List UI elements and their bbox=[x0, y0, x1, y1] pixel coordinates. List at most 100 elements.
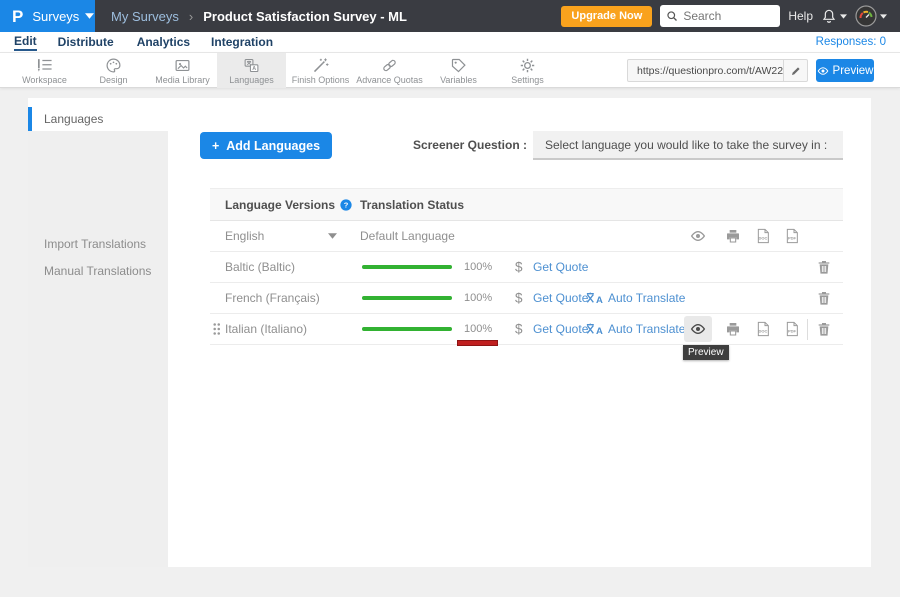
tab-analytics[interactable]: Analytics bbox=[137, 34, 190, 50]
app-menu-label: Surveys bbox=[32, 9, 79, 24]
column-translation-status: Translation Status bbox=[360, 198, 464, 212]
eye-icon bbox=[690, 228, 706, 244]
add-languages-button[interactable]: + Add Languages bbox=[200, 132, 332, 159]
survey-url[interactable]: https://questionpro.com/t/AW22Zd1S1 bbox=[628, 65, 783, 77]
auto-translate-icon[interactable] bbox=[586, 323, 605, 336]
questionpro-logo: P bbox=[12, 8, 23, 25]
print-language-button[interactable] bbox=[725, 228, 741, 244]
screener-question-select[interactable]: Select language you would like to take t… bbox=[533, 131, 843, 160]
variables-icon bbox=[450, 57, 467, 74]
toolbar-design[interactable]: Design bbox=[79, 53, 148, 88]
toolbar-media-library[interactable]: Media Library bbox=[148, 53, 217, 88]
trash-icon bbox=[816, 321, 832, 337]
dollar-icon[interactable]: $ bbox=[515, 291, 523, 306]
eye-icon bbox=[817, 65, 829, 77]
eye-icon bbox=[690, 321, 706, 337]
print-language-button[interactable] bbox=[725, 321, 741, 337]
settings-icon bbox=[519, 57, 536, 74]
dollar-icon[interactable]: $ bbox=[515, 322, 523, 337]
table-row-baltic: Baltic (Baltic) 100% $ Get Quote bbox=[210, 252, 843, 283]
pencil-icon bbox=[790, 65, 802, 77]
languages-icon bbox=[243, 57, 260, 74]
get-quote-link[interactable]: Get Quote bbox=[533, 322, 588, 336]
trash-icon bbox=[816, 290, 832, 306]
help-question-icon[interactable] bbox=[340, 199, 352, 211]
notifications-button[interactable] bbox=[821, 8, 847, 24]
auto-translate-link[interactable]: Auto Translate bbox=[608, 291, 685, 305]
languages-panel: + Add Languages Screener Question : Sele… bbox=[168, 98, 871, 567]
download-doc-button[interactable]: DOC bbox=[755, 228, 771, 244]
translation-percent: 100% bbox=[464, 292, 492, 304]
tab-edit[interactable]: Edit bbox=[14, 33, 37, 51]
get-quote-link[interactable]: Get Quote bbox=[533, 291, 588, 305]
doc-file-icon: DOC bbox=[755, 321, 771, 337]
search-input[interactable] bbox=[683, 9, 769, 23]
language-name: Italian (Italiano) bbox=[225, 322, 307, 336]
table-row-french: French (Français) 100% $ Get Quote Auto … bbox=[210, 283, 843, 314]
design-icon bbox=[105, 57, 122, 74]
account-menu[interactable] bbox=[855, 5, 887, 27]
action-divider bbox=[807, 319, 808, 340]
download-pdf-button[interactable]: PDF bbox=[784, 321, 800, 337]
caret-down-icon[interactable] bbox=[328, 233, 337, 239]
avatar bbox=[855, 5, 877, 27]
table-row-english: English Default Language DOC PDF bbox=[210, 221, 843, 252]
language-name: French (Français) bbox=[225, 291, 320, 305]
workspace-icon bbox=[36, 57, 53, 74]
screener-question-label: Screener Question : bbox=[367, 138, 527, 152]
caret-down-icon bbox=[880, 14, 887, 19]
page-title: Product Satisfaction Survey - ML bbox=[203, 9, 407, 24]
toolbar-advance-quotas[interactable]: Advance Quotas bbox=[355, 53, 424, 88]
breadcrumb-my-surveys[interactable]: My Surveys bbox=[111, 9, 179, 24]
caret-down-icon bbox=[840, 14, 847, 19]
tab-integration[interactable]: Integration bbox=[211, 34, 273, 50]
column-language-versions: Language Versions bbox=[225, 198, 335, 212]
get-quote-link[interactable]: Get Quote bbox=[533, 260, 588, 274]
language-name[interactable]: English bbox=[225, 229, 264, 243]
default-language-label: Default Language bbox=[360, 229, 455, 243]
product-switcher[interactable]: P Surveys bbox=[0, 0, 95, 32]
survey-url-box: https://questionpro.com/t/AW22Zd1S1 bbox=[627, 59, 808, 82]
auto-translate-icon[interactable] bbox=[586, 292, 605, 305]
tab-distribute[interactable]: Distribute bbox=[58, 34, 114, 50]
edit-toolbar: Workspace Design Media Library Languages… bbox=[0, 53, 900, 88]
toolbar-variables[interactable]: Variables bbox=[424, 53, 493, 88]
sidebar-item-languages[interactable]: Languages bbox=[28, 107, 168, 131]
drag-handle-icon[interactable] bbox=[212, 322, 221, 337]
top-navbar: P Surveys My Surveys › Product Satisfact… bbox=[0, 0, 900, 32]
auto-translate-link[interactable]: Auto Translate bbox=[608, 322, 685, 336]
delete-language-button[interactable] bbox=[816, 321, 832, 337]
language-versions-table: Language Versions Translation Status Eng… bbox=[210, 188, 843, 345]
download-doc-button[interactable]: DOC bbox=[755, 321, 771, 337]
language-name: Baltic (Baltic) bbox=[225, 260, 295, 274]
download-pdf-button[interactable]: PDF bbox=[784, 228, 800, 244]
global-search[interactable] bbox=[660, 5, 780, 27]
plus-icon: + bbox=[212, 139, 219, 153]
toolbar-settings[interactable]: Settings bbox=[493, 53, 562, 88]
edit-url-button[interactable] bbox=[783, 60, 807, 81]
table-row-italian: Italian (Italiano) 100% $ Get Quote Auto… bbox=[210, 314, 843, 345]
languages-sidebar: Languages Import Translations Manual Tra… bbox=[28, 98, 168, 567]
toolbar-workspace[interactable]: Workspace bbox=[10, 53, 79, 88]
delete-language-button[interactable] bbox=[816, 259, 832, 275]
upgrade-now-button[interactable]: Upgrade Now bbox=[561, 6, 652, 27]
sidebar-item-import-translations[interactable]: Import Translations bbox=[28, 237, 168, 251]
translation-progress-bar bbox=[362, 327, 452, 331]
advance-quotas-icon bbox=[381, 57, 398, 74]
delete-language-button[interactable] bbox=[816, 290, 832, 306]
dollar-icon[interactable]: $ bbox=[515, 260, 523, 275]
translation-progress-bar bbox=[362, 265, 452, 269]
preview-button[interactable]: Preview bbox=[816, 59, 874, 82]
svg-text:PDF: PDF bbox=[788, 235, 797, 240]
pdf-file-icon: PDF bbox=[784, 321, 800, 337]
help-link[interactable]: Help bbox=[788, 9, 813, 23]
translation-percent: 100% bbox=[464, 323, 492, 335]
svg-text:DOC: DOC bbox=[759, 328, 768, 333]
toolbar-languages[interactable]: Languages bbox=[217, 53, 286, 88]
preview-language-button[interactable] bbox=[690, 228, 706, 244]
pdf-file-icon: PDF bbox=[784, 228, 800, 244]
preview-language-button[interactable] bbox=[684, 316, 712, 342]
toolbar-finish-options[interactable]: Finish Options bbox=[286, 53, 355, 88]
sidebar-item-manual-translations[interactable]: Manual Translations bbox=[28, 264, 168, 278]
responses-count[interactable]: Responses: 0 bbox=[816, 36, 900, 48]
